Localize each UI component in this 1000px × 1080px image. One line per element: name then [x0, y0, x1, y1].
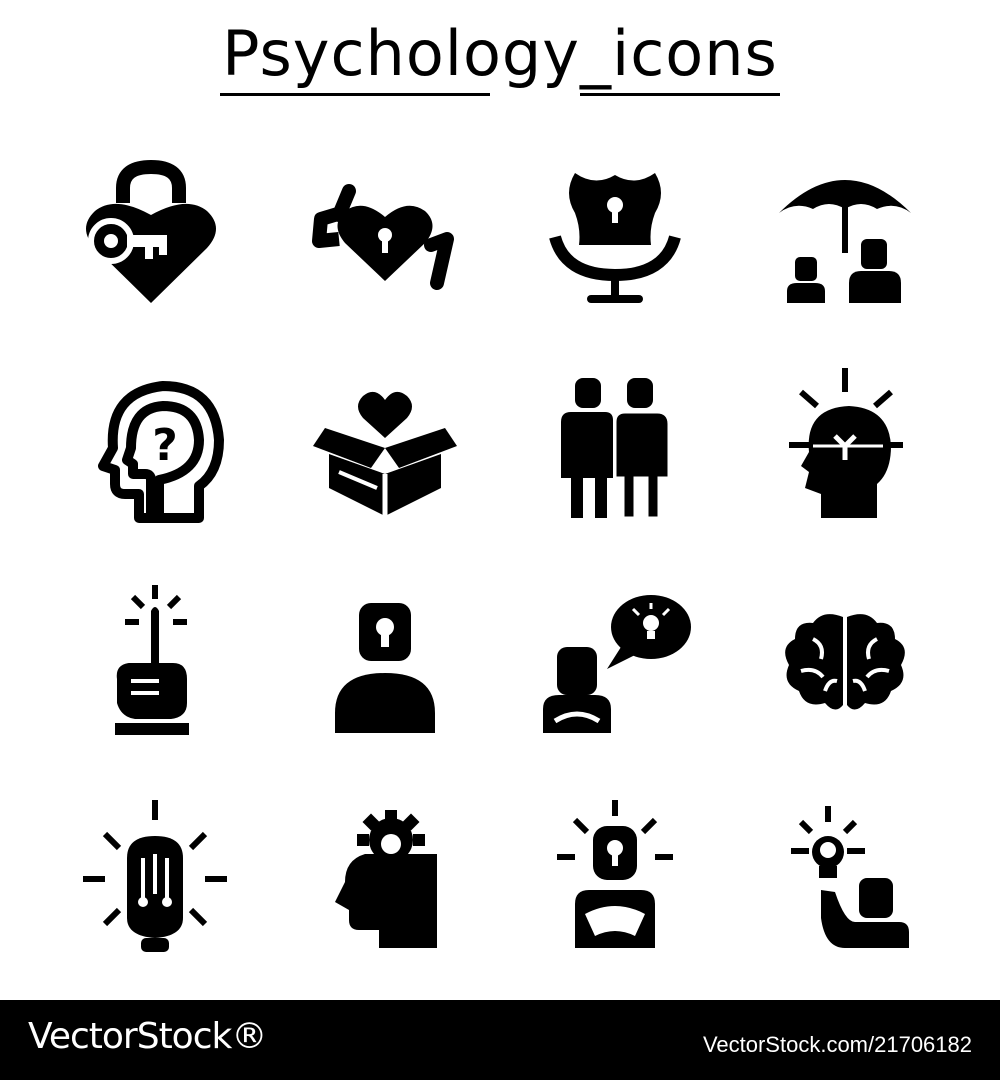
icon-cell	[270, 770, 500, 985]
finger-raised-idea-icon	[115, 584, 189, 735]
image-id: VectorStock.com/21706182	[702, 1032, 972, 1057]
brand-logo: VectorStock®	[28, 1016, 267, 1057]
icon-cell	[40, 770, 270, 985]
person-keyhole-rays-icon	[557, 799, 673, 948]
person-raise-bulb-icon	[791, 805, 909, 948]
heart-lock-arms-icon	[312, 183, 454, 290]
two-people-icon	[561, 377, 671, 519]
icon-cell: ?	[40, 340, 270, 555]
icon-cell	[40, 555, 270, 770]
title-underline-right	[580, 93, 780, 96]
icon-cell	[500, 770, 730, 985]
svg-text:?: ?	[152, 420, 178, 471]
icon-cell	[500, 340, 730, 555]
lightbulb-circuit-icon	[83, 799, 227, 952]
icon-cell	[730, 125, 960, 340]
person-keyhole-icon	[335, 602, 435, 733]
head-question-mark-icon: ?	[98, 380, 224, 523]
umbrella-people-icon	[779, 179, 911, 303]
icon-cell	[730, 340, 960, 555]
icon-cell	[270, 340, 500, 555]
open-box-heart-icon	[313, 391, 457, 516]
icon-cell	[730, 555, 960, 770]
head-brain-idea-icon	[789, 367, 903, 518]
icon-cell	[500, 555, 730, 770]
icon-cell	[500, 125, 730, 340]
brain-icon	[785, 613, 905, 710]
head-gear-icon	[335, 809, 437, 948]
title-underline-left	[220, 93, 490, 96]
page-title: Psychology_icons	[222, 17, 778, 90]
icon-cell	[730, 770, 960, 985]
icon-cell	[270, 125, 500, 340]
heart-padlock-key-icon	[86, 159, 216, 303]
icon-cell	[40, 125, 270, 340]
footer-bar: VectorStock® VectorStock.com/21706182	[0, 1000, 1000, 1080]
icon-grid: ?	[40, 125, 960, 985]
icon-cell	[270, 555, 500, 770]
armchair-keyhole-icon	[549, 172, 681, 303]
person-speech-bulb-icon	[543, 594, 691, 733]
